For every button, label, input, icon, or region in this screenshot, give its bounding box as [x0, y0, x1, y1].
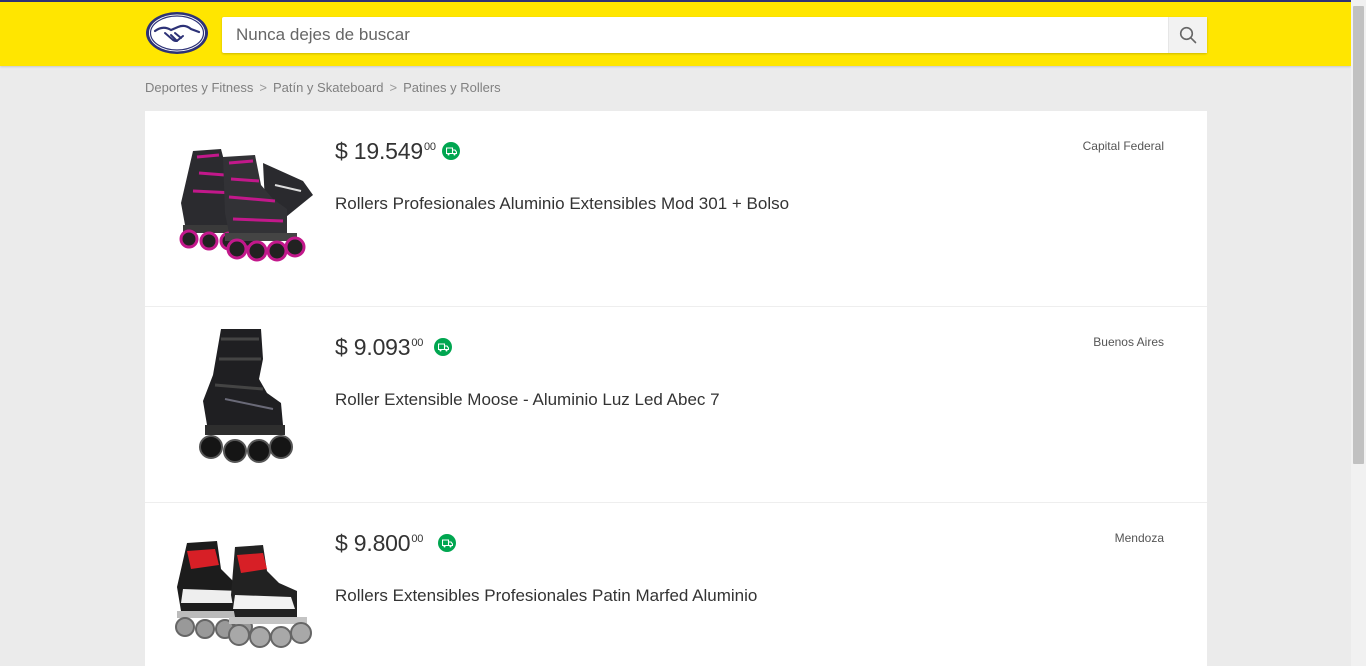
- breadcrumb-separator: >: [259, 80, 267, 95]
- product-price: $ 9.800 00: [335, 530, 423, 557]
- product-title[interactable]: Rollers Profesionales Aluminio Extensibl…: [335, 194, 789, 214]
- product-image[interactable]: [163, 329, 318, 469]
- search-bar: [222, 17, 1207, 53]
- breadcrumb-link-patines[interactable]: Patines y Rollers: [403, 80, 501, 95]
- price-whole: 9.093: [353, 334, 411, 360]
- product-location: Capital Federal: [1082, 139, 1164, 153]
- scrollbar[interactable]: [1351, 0, 1366, 666]
- page: Deportes y Fitness > Patín y Skateboard …: [0, 0, 1366, 666]
- header: [0, 2, 1351, 66]
- product-image[interactable]: [163, 525, 318, 665]
- truck-icon: [438, 534, 456, 552]
- price-whole: 19.549: [353, 138, 423, 164]
- scrollbar-thumb[interactable]: [1353, 6, 1364, 464]
- breadcrumb-link-deportes[interactable]: Deportes y Fitness: [145, 80, 253, 95]
- result-item[interactable]: $ 9.093 00 Roller Extensible Moose - Alum…: [145, 307, 1207, 503]
- breadcrumb: Deportes y Fitness > Patín y Skateboard …: [145, 80, 501, 95]
- breadcrumb-link-patin[interactable]: Patín y Skateboard: [273, 80, 384, 95]
- result-item[interactable]: $ 9.800 00 Rollers Extensibles Profesiona…: [145, 503, 1207, 666]
- product-image[interactable]: [163, 133, 318, 273]
- search-icon: [1179, 26, 1197, 44]
- product-location: Mendoza: [1114, 531, 1164, 545]
- price-cents: 00: [411, 337, 424, 349]
- price-cents: 00: [423, 141, 436, 153]
- search-button[interactable]: [1168, 17, 1207, 53]
- truck-icon: [434, 338, 452, 356]
- result-item[interactable]: $ 19.549 00 Rollers Profesionales Alumini…: [145, 111, 1207, 307]
- price-currency: $: [335, 530, 348, 556]
- truck-icon: [442, 142, 460, 160]
- product-title[interactable]: Roller Extensible Moose - Aluminio Luz L…: [335, 390, 720, 410]
- price-currency: $: [335, 334, 348, 360]
- price-currency: $: [335, 138, 348, 164]
- product-price: $ 19.549 00: [335, 138, 436, 165]
- price-whole: 9.800: [353, 530, 411, 556]
- search-input[interactable]: [222, 17, 1168, 53]
- product-title[interactable]: Rollers Extensibles Profesionales Patin …: [335, 586, 757, 606]
- product-price: $ 9.093 00: [335, 334, 423, 361]
- results-list: $ 19.549 00 Rollers Profesionales Alumini…: [145, 111, 1207, 666]
- mercadolibre-logo[interactable]: [145, 11, 209, 55]
- breadcrumb-separator: >: [389, 80, 398, 95]
- price-cents: 00: [411, 533, 424, 545]
- product-location: Buenos Aires: [1093, 335, 1164, 349]
